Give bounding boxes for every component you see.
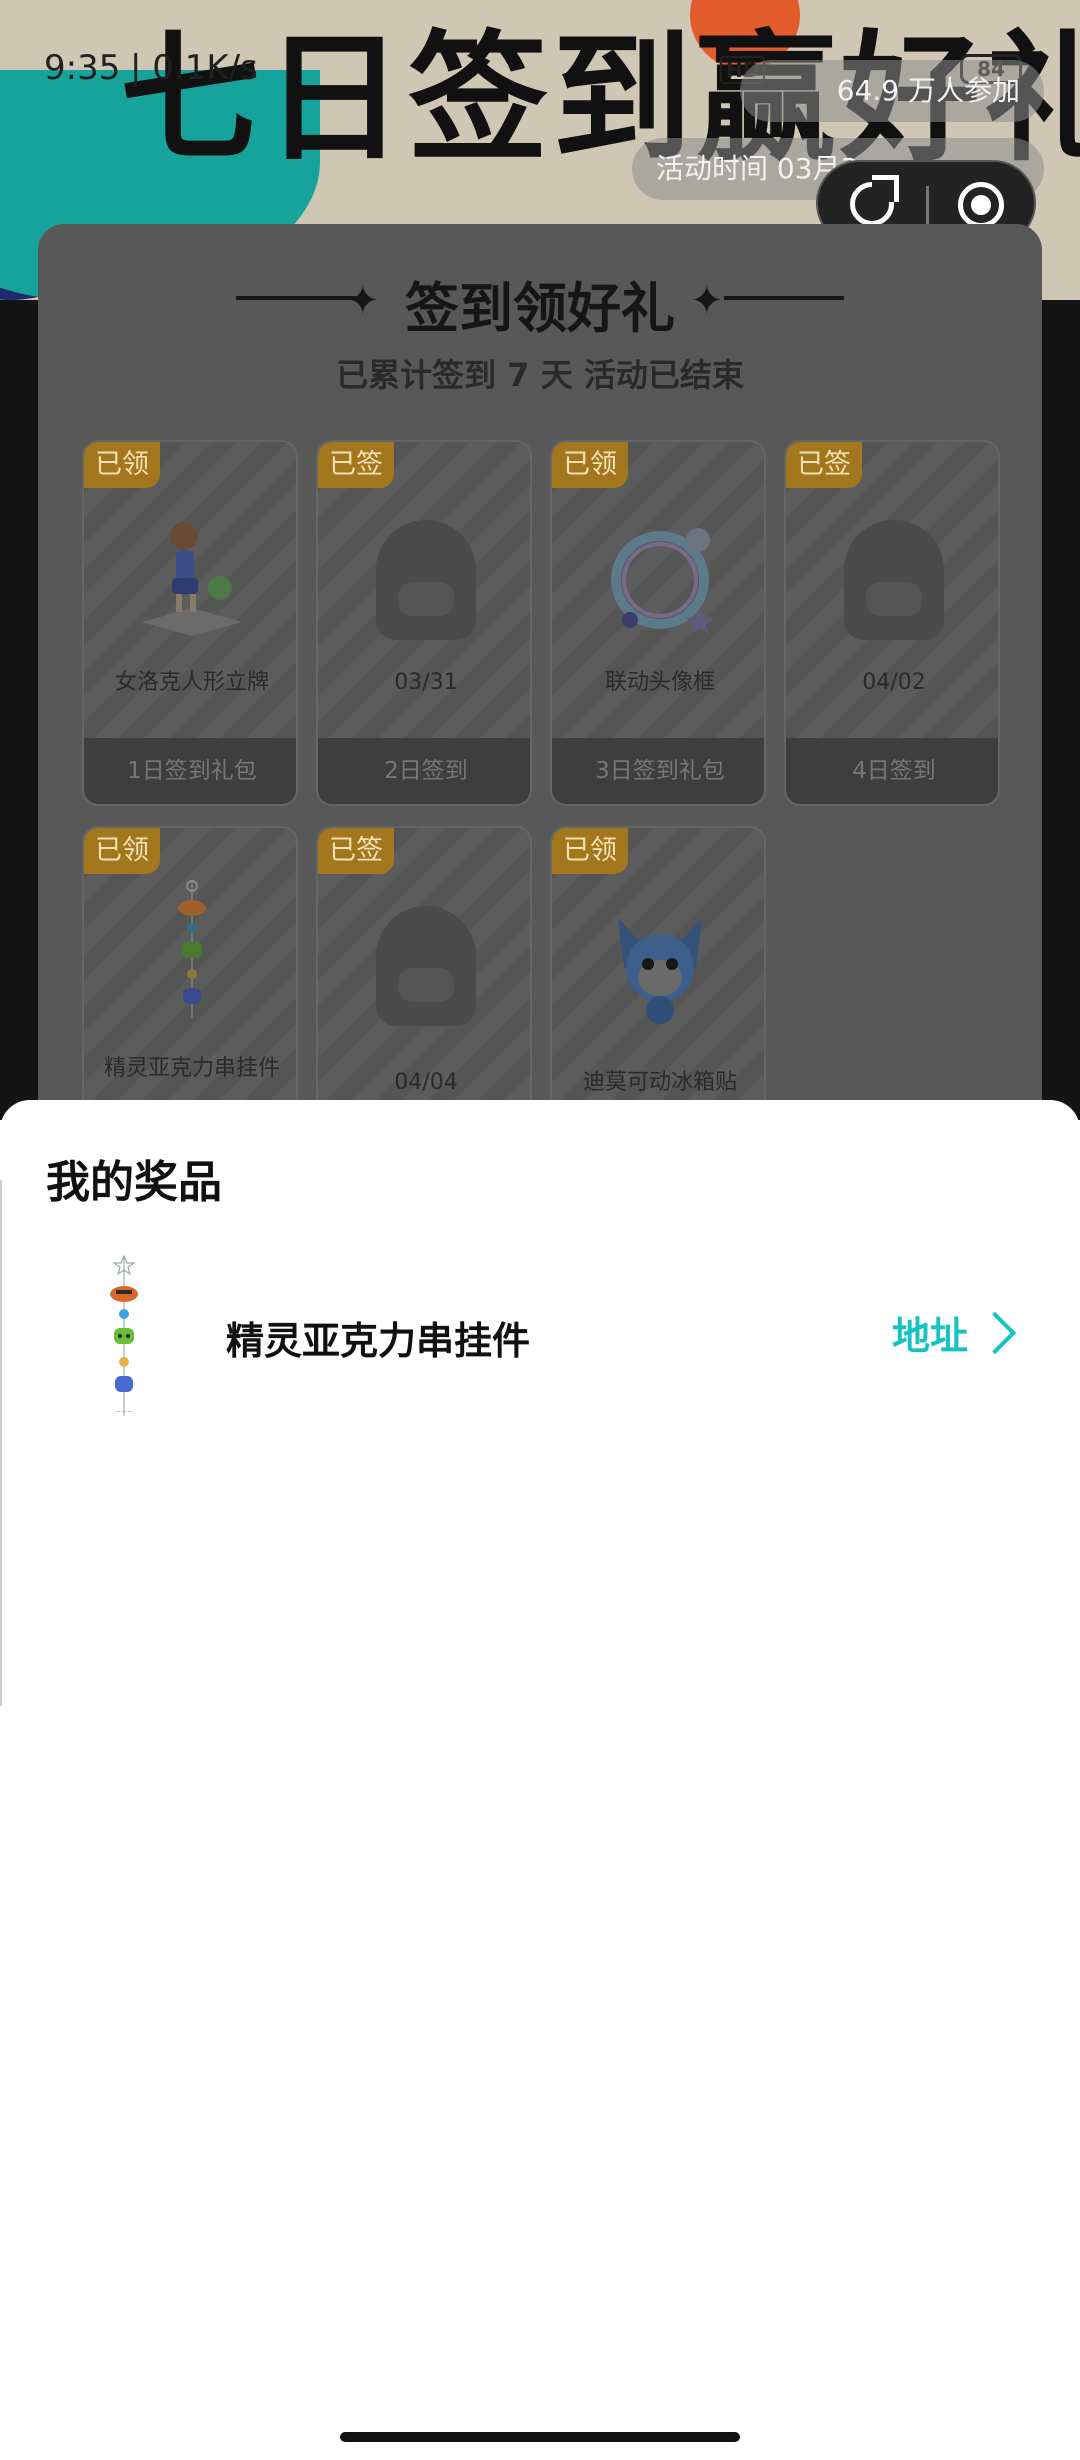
activity-page: 七日签到赢好礼 9:35 | 0.1K/s HD 84 64.9 万人参加 活动… xyxy=(0,0,1080,1120)
tile-name: 迪莫可动冰箱贴 xyxy=(582,1070,737,1095)
checkin-title: 签到领好礼 xyxy=(405,277,675,340)
tile-name: 联动头像框 xyxy=(604,670,715,695)
day-tile[interactable]: 已领 联动头像框 3日签到礼包 xyxy=(550,440,766,806)
title-divider-right xyxy=(724,296,844,300)
tile-footer: 4日签到 xyxy=(786,738,998,804)
acrylic-charm-image xyxy=(178,880,206,1018)
tile-name: 03/31 xyxy=(394,670,458,695)
placeholder-icon xyxy=(376,906,476,1026)
status-network-speed: | 0.1K/s xyxy=(130,48,258,88)
status-time: 9:35 xyxy=(44,48,121,88)
day-tile[interactable]: 已领 迪莫可动冰箱贴 xyxy=(550,826,766,1120)
checkin-summary: 已累计签到 7 天 活动已结束 xyxy=(336,356,744,394)
day-tile[interactable]: 已领 女洛克人形立牌 1日签到礼包 xyxy=(82,440,298,806)
status-badge: 已领 xyxy=(552,828,628,874)
checkin-card: ✦ 签到领好礼 ✦ 已累计签到 7 天 活动已结束 已领 女洛克人形立牌 1日签… xyxy=(38,224,1042,1120)
address-label: 地址 xyxy=(892,1314,969,1358)
address-button[interactable]: 地址 xyxy=(892,1306,1032,1366)
svg-text:~~~: ~~~ xyxy=(115,1408,133,1416)
tile-name: 04/04 xyxy=(394,1070,458,1095)
fridge-magnet-image xyxy=(618,918,702,1024)
participants-pill: 64.9 万人参加 xyxy=(740,60,1044,122)
day-tile[interactable]: 已签 04/02 4日签到 xyxy=(784,440,1000,806)
status-badge: 已签 xyxy=(318,828,394,874)
close-miniprogram-icon[interactable] xyxy=(958,182,1004,228)
status-badge: 已签 xyxy=(786,442,862,488)
tile-name: 女洛克人形立牌 xyxy=(114,670,269,695)
day-tile[interactable]: 已领 精灵亚克力串挂件 xyxy=(82,826,298,1120)
prize-item: ~~~ 精灵亚克力串挂件 地址 xyxy=(0,1250,1080,1430)
status-badge: 已领 xyxy=(552,442,628,488)
tile-footer: 3日签到礼包 xyxy=(552,738,764,804)
capsule-divider xyxy=(926,186,929,224)
status-badge: 已签 xyxy=(318,442,394,488)
figure-standee-image xyxy=(142,522,242,636)
chevron-right-icon xyxy=(973,1311,1017,1355)
tile-name: 精灵亚克力串挂件 xyxy=(103,1056,280,1081)
sheet-title: 我的奖品 xyxy=(46,1157,222,1208)
prize-name: 精灵亚克力串挂件 xyxy=(226,1319,531,1363)
share-icon[interactable] xyxy=(850,175,899,226)
acrylic-charm-thumbnail: ~~~ xyxy=(110,1254,138,1416)
home-indicator[interactable] xyxy=(340,2432,740,2442)
sheet-border xyxy=(0,1180,2,1706)
my-prizes-sheet: 我的奖品 ~~~ 精灵亚克力串挂件 地址 xyxy=(0,1100,1080,2460)
placeholder-icon xyxy=(376,520,476,640)
avatar-frame-image xyxy=(611,528,714,634)
tile-footer: 2日签到 xyxy=(318,738,530,804)
status-badge: 已领 xyxy=(84,442,160,488)
day-tile[interactable]: 已签 04/04 xyxy=(316,826,532,1120)
status-badge: 已领 xyxy=(84,828,160,874)
sparkle-icon: ✦ xyxy=(690,278,724,324)
day-tile[interactable]: 已签 03/31 2日签到 xyxy=(316,440,532,806)
placeholder-icon xyxy=(844,520,944,640)
tile-footer: 1日签到礼包 xyxy=(84,738,296,804)
tile-name: 04/02 xyxy=(862,670,926,695)
